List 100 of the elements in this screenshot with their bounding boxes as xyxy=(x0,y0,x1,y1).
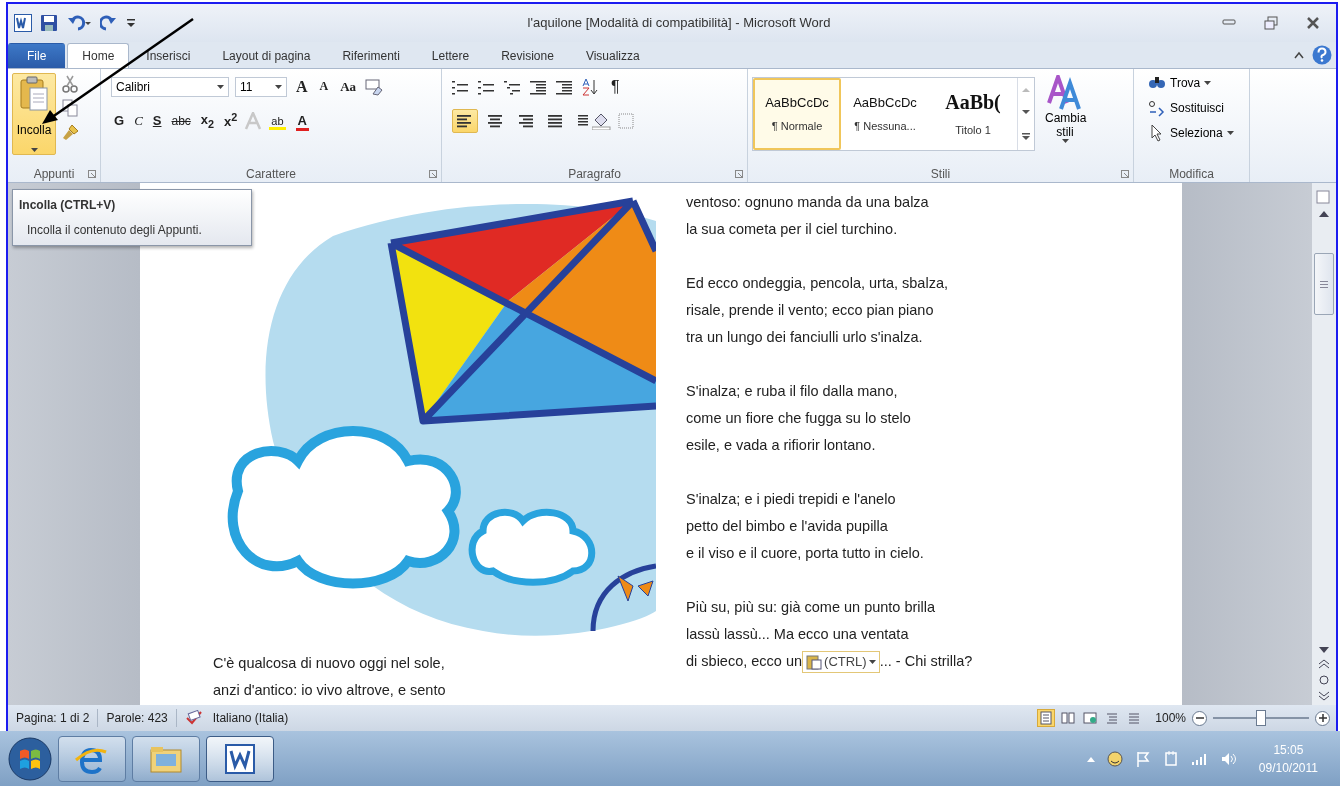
text-line: risale, prende il vento; ecco pian piano xyxy=(686,301,934,321)
text-line: la sua cometa per il ciel turchino. xyxy=(686,220,898,240)
format-button[interactable]: S xyxy=(149,109,165,132)
browse-object-icon[interactable] xyxy=(1319,675,1329,686)
ribbon-tab[interactable]: Layout di pagina xyxy=(207,42,326,68)
clipboard-icon xyxy=(806,654,823,671)
format-button[interactable]: x$^{2}$ xyxy=(221,109,241,132)
restore-icon[interactable] xyxy=(1264,15,1278,30)
scroll-up-arrow-icon[interactable] xyxy=(1319,211,1329,218)
format-button[interactable]: x$_{2}$ xyxy=(197,109,218,132)
clear-formatting-icon[interactable] xyxy=(365,77,384,96)
decrease-indent-icon[interactable] xyxy=(530,78,546,95)
zoom-in-button[interactable] xyxy=(1315,710,1330,726)
change-case-button[interactable]: Aa xyxy=(337,75,360,98)
scissors-icon[interactable] xyxy=(62,74,78,93)
scroll-down-icon[interactable] xyxy=(1022,110,1030,116)
font-name-field[interactable]: Calibri xyxy=(111,76,229,97)
highlight-color-button[interactable]: ab xyxy=(266,109,289,132)
editing-button[interactable]: Trova xyxy=(1146,72,1236,94)
style-sample: AaBbCcDc xyxy=(765,95,829,111)
tooltip-title: Incolla (CTRL+V) xyxy=(19,198,117,212)
change-styles-button[interactable]: Cambia stili xyxy=(1035,72,1095,167)
ribbon-tab[interactable]: Inserisci xyxy=(131,42,206,68)
view-button[interactable] xyxy=(1037,709,1056,728)
plus-icon xyxy=(1318,714,1327,723)
page-count[interactable]: Pagina: 1 di 2 xyxy=(16,711,90,726)
font-color-button[interactable]: A xyxy=(292,109,312,132)
multilevel-list-icon[interactable] xyxy=(504,78,520,95)
ribbon-tab[interactable]: Revisione xyxy=(486,42,569,68)
dialog-launcher-icon[interactable] xyxy=(735,170,743,179)
scroll-down-arrow-icon[interactable] xyxy=(1319,647,1329,654)
text-line: anzi d'antico: io vivo altrove, e sento xyxy=(213,681,446,701)
dialog-launcher-icon[interactable] xyxy=(88,170,96,179)
help-icon[interactable] xyxy=(1312,44,1332,65)
paste-options-button[interactable]: (CTRL) xyxy=(802,651,880,674)
collapse-ribbon-icon[interactable] xyxy=(1294,50,1304,59)
style-sample: AaBb( xyxy=(945,91,1001,115)
ribbon-tab[interactable]: Home xyxy=(67,42,130,68)
previous-page-icon[interactable] xyxy=(1319,659,1329,670)
ribbon-tab[interactable]: Visualizza xyxy=(570,42,655,68)
paste-button[interactable]: Incolla xyxy=(12,72,56,155)
next-page-icon[interactable] xyxy=(1319,691,1329,702)
style-item[interactable]: AaBb( Titolo 1 xyxy=(929,77,1017,150)
style-item[interactable]: AaBbCcDc ¶ Normale xyxy=(753,77,841,150)
editing-button[interactable]: Sostituisci xyxy=(1146,97,1236,119)
start-orb-icon[interactable] xyxy=(8,736,52,781)
more-styles-icon[interactable] xyxy=(1022,133,1030,141)
taskbar-button[interactable] xyxy=(132,735,200,782)
save-icon[interactable] xyxy=(40,13,58,32)
style-item[interactable]: AaBbCcDc ¶ Nessuna... xyxy=(841,77,929,150)
numbering-icon[interactable] xyxy=(478,78,494,95)
view-read-icon xyxy=(1061,711,1076,726)
copy-icon[interactable] xyxy=(62,98,78,117)
text-line: tra un lungo dei fanciulli urlo s'inalza. xyxy=(686,328,923,348)
shrink-font-button[interactable]: A xyxy=(316,75,332,98)
dialog-launcher-icon[interactable] xyxy=(1121,170,1129,179)
show-marks-button[interactable]: ¶ xyxy=(608,75,623,98)
format-button[interactable]: C xyxy=(131,109,146,132)
scrollbar-thumb[interactable] xyxy=(1314,253,1334,316)
view-draft-icon xyxy=(1127,711,1142,726)
ribbon-tab[interactable]: Riferimenti xyxy=(327,42,415,68)
align-button[interactable] xyxy=(452,108,478,133)
taskbar-button[interactable] xyxy=(206,735,274,782)
increase-indent-icon[interactable] xyxy=(556,78,572,95)
view-web-icon xyxy=(1083,711,1098,726)
word-app-icon[interactable] xyxy=(14,13,32,32)
window-title: l'aquilone [Modalità di compatibilità] - Microsoft Word xyxy=(526,15,832,31)
editing-button[interactable]: Seleziona xyxy=(1146,122,1236,144)
smiley-icon[interactable] xyxy=(1106,750,1123,767)
customize-menu-icon[interactable] xyxy=(126,16,136,29)
taskbar-button[interactable] xyxy=(58,735,126,782)
text-line: S'inalza; e ruba il filo dalla mano, xyxy=(686,382,898,402)
format-button[interactable]: G xyxy=(111,109,128,132)
format-button[interactable]: abc xyxy=(168,109,194,132)
zoom-level[interactable]: 100% xyxy=(1149,711,1192,726)
font-size-field[interactable]: 11 xyxy=(235,76,287,97)
view-outline-icon xyxy=(1105,711,1120,726)
align-right-icon xyxy=(517,112,533,129)
shading-icon[interactable] xyxy=(592,111,614,130)
ribbon-tab[interactable]: File xyxy=(8,42,66,68)
caret-icon xyxy=(1061,139,1069,144)
word-count[interactable]: Parole: 423 xyxy=(106,711,168,726)
text-line: ventoso: ognuno manda da una balza xyxy=(686,193,929,213)
sort-icon[interactable] xyxy=(582,77,598,96)
zoom-out-button[interactable] xyxy=(1192,710,1207,726)
align-left-icon xyxy=(457,112,473,129)
language-indicator[interactable]: Italiano (Italia) xyxy=(212,711,289,726)
redo-icon[interactable] xyxy=(100,13,118,32)
undo-icon[interactable] xyxy=(66,13,92,32)
grow-font-button[interactable]: A xyxy=(293,75,311,98)
ruler-toggle-icon[interactable] xyxy=(1316,187,1332,206)
clipboard-icon xyxy=(19,75,49,112)
brush-icon[interactable] xyxy=(62,122,80,141)
dialog-launcher-icon[interactable] xyxy=(429,170,437,179)
bullets-icon[interactable] xyxy=(452,78,468,95)
zoom-slider-thumb[interactable] xyxy=(1256,710,1266,727)
ribbon-tab[interactable]: Lettere xyxy=(416,42,485,68)
proofing-error-icon[interactable] xyxy=(184,710,203,727)
align-center-icon xyxy=(487,112,503,129)
close-icon[interactable] xyxy=(1306,15,1320,30)
